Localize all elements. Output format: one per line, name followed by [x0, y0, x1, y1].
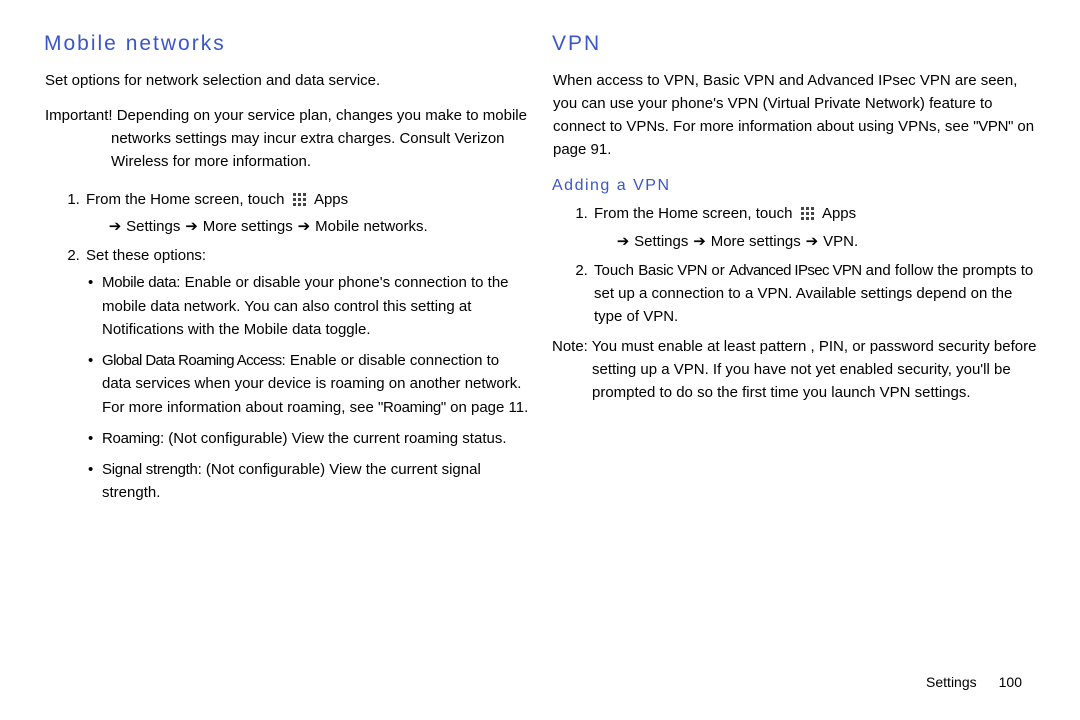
vpn-step-2: Touch Basic VPN or Advanced IPsec VPN an…: [592, 259, 1040, 329]
arrow-icon: ➔: [805, 230, 819, 253]
vpn-step2-a: Touch: [594, 262, 638, 279]
options-list: Mobile data: Enable or disable your phon…: [44, 271, 532, 504]
heading-vpn: VPN: [552, 28, 1040, 61]
note-label: Note:: [552, 338, 588, 355]
note-body: You must enable at least pattern , PIN, …: [592, 338, 1037, 402]
option-roaming: Roaming: (Not configurable) View the cur…: [102, 427, 532, 450]
vpn-ref: "VPN": [973, 118, 1013, 135]
page-footer: Settings 100: [926, 672, 1022, 694]
path-settings: Settings: [634, 233, 688, 250]
path-mobile-networks: Mobile networks.: [315, 218, 428, 235]
option-label: Global Data Roaming Access: [102, 352, 282, 369]
option-signal-strength: Signal strength: (Not configurable) View…: [102, 458, 532, 505]
step1-text-a: From the Home screen, touch: [86, 191, 284, 208]
important-note: Important! Depending on your service pla…: [45, 104, 532, 174]
apps-icon: [800, 206, 816, 222]
option-global-roaming: Global Data Roaming Access: Enable or di…: [102, 349, 532, 419]
page-body: Mobile networks Set options for network …: [0, 0, 1080, 513]
vpn-step-1: From the Home screen, touch Apps ➔ Setti…: [592, 202, 1040, 253]
vpn-intro-a: When access to VPN, Basic VPN and Advanc…: [553, 72, 1017, 136]
roaming-ref: "Roaming": [378, 399, 446, 416]
path-vpn: VPN.: [823, 233, 858, 250]
option-label: Signal strength: [102, 461, 198, 478]
vpn-step1-a: From the Home screen, touch: [594, 205, 792, 222]
option-mobile-data: Mobile data: Enable or disable your phon…: [102, 271, 532, 341]
important-label: Important!: [45, 107, 113, 124]
path-settings: Settings: [126, 218, 180, 235]
step1-text-b: Apps: [314, 191, 348, 208]
arrow-icon: ➔: [297, 215, 311, 238]
footer-section: Settings: [926, 674, 977, 690]
path-more-settings: More settings: [203, 218, 293, 235]
arrow-icon: ➔: [108, 215, 122, 238]
option-label: Mobile data: [102, 274, 176, 291]
path-more-settings: More settings: [711, 233, 801, 250]
vpn-intro: When access to VPN, Basic VPN and Advanc…: [553, 69, 1040, 162]
option-label: Roaming: [102, 430, 160, 447]
nav-path: ➔ Settings ➔ More settings ➔ Mobile netw…: [108, 215, 532, 238]
vpn-note: Note: You must enable at least pattern ,…: [552, 335, 1040, 405]
mobile-networks-intro: Set options for network selection and da…: [45, 69, 532, 92]
left-column: Mobile networks Set options for network …: [44, 28, 542, 513]
vpn-step1-b: Apps: [822, 205, 856, 222]
vpn-step2-mid: or: [707, 262, 729, 279]
mobile-networks-steps: From the Home screen, touch Apps ➔ Setti…: [44, 188, 532, 268]
step-1: From the Home screen, touch Apps ➔ Setti…: [84, 188, 532, 239]
right-column: VPN When access to VPN, Basic VPN and Ad…: [542, 28, 1040, 513]
option-body-b: on page 11.: [446, 399, 528, 416]
heading-mobile-networks: Mobile networks: [44, 28, 532, 61]
vpn-steps: From the Home screen, touch Apps ➔ Setti…: [552, 202, 1040, 328]
arrow-icon: ➔: [693, 230, 707, 253]
arrow-icon: ➔: [185, 215, 199, 238]
basic-vpn-label: Basic VPN: [638, 262, 707, 279]
important-body: Depending on your service plan, changes …: [111, 107, 527, 171]
arrow-icon: ➔: [616, 230, 630, 253]
step2-text: Set these options:: [86, 247, 206, 264]
heading-adding-vpn: Adding a VPN: [552, 174, 1040, 199]
footer-page-number: 100: [999, 674, 1022, 690]
step-2: Set these options:: [84, 244, 532, 267]
option-body: : (Not configurable) View the current ro…: [160, 430, 507, 447]
vpn-nav-path: ➔ Settings ➔ More settings ➔ VPN.: [616, 230, 1040, 253]
adv-vpn-label: Advanced IPsec VPN: [729, 262, 862, 279]
apps-icon: [292, 192, 308, 208]
